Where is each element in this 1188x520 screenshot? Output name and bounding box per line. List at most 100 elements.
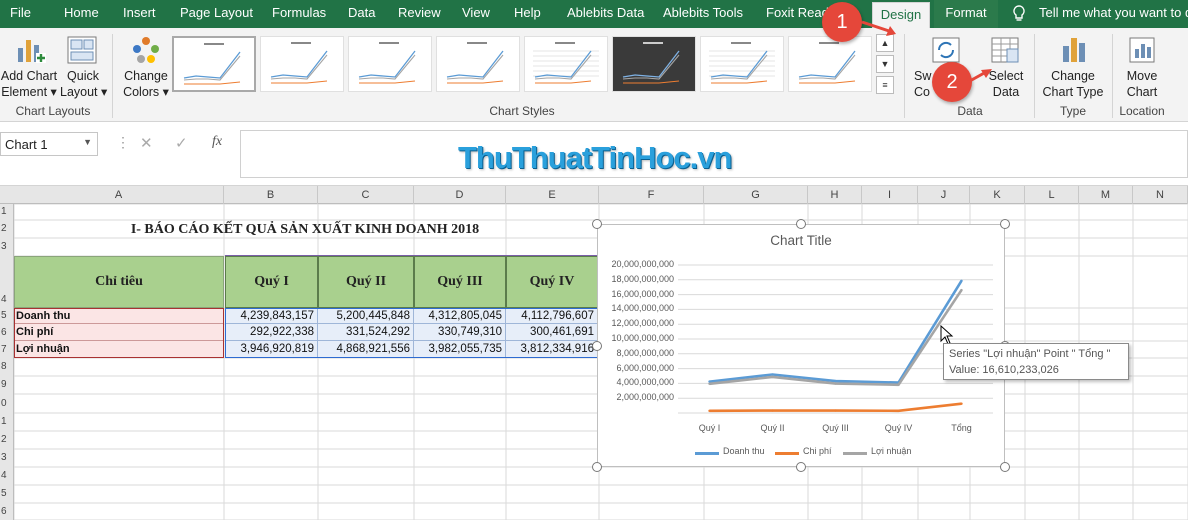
chart-resize-handle[interactable] (796, 219, 806, 229)
value-cell[interactable]: 4,112,796,607 (506, 308, 598, 324)
tab-format[interactable]: Format (934, 0, 998, 28)
chart-resize-handle[interactable] (592, 219, 602, 229)
value-cell[interactable]: 3,982,055,735 (414, 341, 506, 358)
data-point[interactable] (771, 375, 774, 379)
value-cell[interactable]: 331,524,292 (318, 324, 414, 341)
quarter-header-cell[interactable]: Quý II (318, 256, 414, 308)
row-header[interactable]: 2 (0, 434, 14, 445)
header-label-cell[interactable]: Chỉ tiêu (14, 256, 224, 308)
tab-file[interactable]: File (10, 0, 31, 28)
row-header[interactable]: 4 (0, 470, 14, 481)
data-point[interactable] (897, 409, 900, 412)
value-cell[interactable]: 292,922,338 (225, 324, 318, 341)
column-header[interactable]: L (1025, 186, 1079, 204)
value-cell[interactable]: 5,200,445,848 (318, 308, 414, 324)
row-header[interactable]: 3 (0, 241, 14, 252)
data-point[interactable] (960, 279, 963, 282)
value-cell[interactable]: 3,812,334,916 (506, 341, 598, 358)
value-cell[interactable]: 300,461,691 (506, 324, 598, 341)
data-point[interactable] (834, 382, 837, 385)
name-box[interactable]: Chart 1 ▼ (0, 132, 98, 156)
column-header[interactable]: K (970, 186, 1025, 204)
data-point[interactable] (834, 379, 837, 383)
row-header[interactable]: 5 (0, 488, 14, 499)
value-cell[interactable]: 330,749,310 (414, 324, 506, 341)
change-chart-type-button[interactable]: Change Chart Type (1038, 32, 1108, 102)
chart-style-thumbnail[interactable] (348, 36, 432, 92)
row-header[interactable]: 5 (0, 310, 14, 321)
tab-data[interactable]: Data (348, 0, 375, 28)
enter-icon[interactable]: ✓ (175, 134, 188, 152)
column-header[interactable]: A (14, 186, 224, 204)
column-header[interactable]: D (414, 186, 506, 204)
column-header[interactable]: M (1079, 186, 1133, 204)
column-header[interactable]: B (224, 186, 318, 204)
row-header[interactable]: 6 (0, 506, 14, 517)
data-point[interactable] (897, 383, 900, 386)
row-label-cell[interactable]: Lợi nhuận (14, 341, 224, 358)
chart-resize-handle[interactable] (592, 462, 602, 472)
data-point[interactable] (771, 409, 774, 412)
row-label-cell[interactable]: Doanh thu (14, 308, 224, 324)
data-point[interactable] (960, 288, 963, 292)
chart-style-thumbnail[interactable] (700, 36, 784, 92)
insert-function-icon[interactable]: fx (212, 134, 222, 150)
row-label-cell[interactable]: Chi phí (14, 324, 224, 341)
chevron-down-icon[interactable]: ▼ (83, 137, 92, 147)
value-cell[interactable]: 3,946,920,819 (225, 341, 318, 358)
tab-view[interactable]: View (462, 0, 490, 28)
tab-insert[interactable]: Insert (123, 0, 156, 28)
chart-resize-handle[interactable] (796, 462, 806, 472)
quarter-header-cell[interactable]: Quý III (414, 256, 506, 308)
chart-resize-handle[interactable] (1000, 219, 1010, 229)
tab-ablebits-data[interactable]: Ablebits Data (567, 0, 644, 28)
gallery-expand[interactable]: ≡ (876, 76, 894, 94)
chart-resize-handle[interactable] (1000, 462, 1010, 472)
chart-style-thumbnail[interactable] (612, 36, 696, 92)
drag-handle-icon[interactable]: ⋮ (116, 134, 130, 151)
row-header[interactable]: 8 (0, 361, 14, 372)
tab-home[interactable]: Home (64, 0, 99, 28)
chart-style-thumbnail[interactable] (260, 36, 344, 92)
column-header[interactable]: H (808, 186, 862, 204)
tab-ablebits-tools[interactable]: Ablebits Tools (663, 0, 743, 28)
row-header[interactable]: 1 (0, 206, 14, 217)
row-header[interactable]: 1 (0, 416, 14, 427)
tab-help[interactable]: Help (514, 0, 541, 28)
series-line-doanh-thu[interactable] (709, 280, 963, 384)
row-header[interactable]: 7 (0, 344, 14, 355)
data-point[interactable] (708, 409, 711, 413)
column-header[interactable]: C (318, 186, 414, 204)
chart-style-thumbnail[interactable] (436, 36, 520, 92)
column-header[interactable]: E (506, 186, 599, 204)
data-point[interactable] (834, 409, 837, 412)
tell-me-search[interactable]: Tell me what you want to do (1039, 0, 1188, 28)
value-cell[interactable]: 4,239,843,157 (225, 308, 318, 324)
change-colors-button[interactable]: Change Colors ▾ (120, 32, 172, 102)
chart-legend[interactable]: Doanh thu Chi phí Lợi nhuận (598, 446, 1004, 460)
value-cell[interactable]: 4,312,805,045 (414, 308, 506, 324)
gallery-scroll-down[interactable]: ▼ (876, 55, 894, 73)
column-header[interactable]: I (862, 186, 918, 204)
column-header[interactable]: F (599, 186, 704, 204)
chart-style-thumbnail[interactable] (524, 36, 608, 92)
row-header[interactable]: 4 (0, 294, 14, 305)
cancel-icon[interactable]: ✕ (140, 134, 153, 152)
column-header[interactable]: N (1133, 186, 1188, 204)
chart-style-thumbnail[interactable] (788, 36, 872, 92)
tab-formulas[interactable]: Formulas (272, 0, 326, 28)
quick-layout-button[interactable]: Quick Layout ▾ (60, 32, 107, 102)
add-chart-element-button[interactable]: Add Chart Element ▾ (0, 32, 58, 102)
move-chart-button[interactable]: Move Chart (1116, 32, 1168, 102)
quarter-header-cell[interactable]: Quý IV (506, 256, 598, 308)
quarter-header-cell[interactable]: Quý I (225, 256, 318, 308)
column-header[interactable]: G (704, 186, 808, 204)
row-header[interactable]: 3 (0, 452, 14, 463)
column-header[interactable]: J (918, 186, 970, 204)
tab-review[interactable]: Review (398, 0, 441, 28)
row-header[interactable]: 0 (0, 398, 14, 409)
chart-resize-handle[interactable] (592, 341, 602, 351)
tab-page-layout[interactable]: Page Layout (180, 0, 253, 28)
data-point[interactable] (708, 382, 711, 385)
tab-foxit-reader[interactable]: Foxit Read (766, 0, 829, 28)
